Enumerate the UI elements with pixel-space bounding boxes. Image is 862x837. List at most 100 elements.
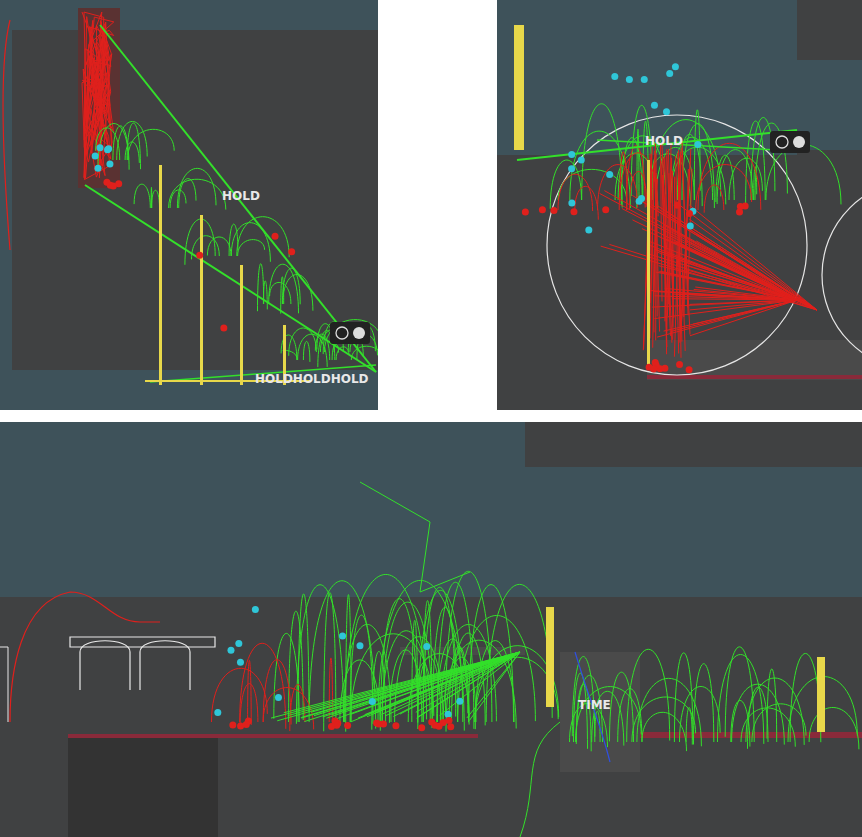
terrain [68,738,218,837]
node-dot [606,171,613,178]
trajectory [680,686,721,742]
trajectory [752,704,806,742]
node-dot [106,160,113,167]
node-dot [550,207,557,214]
trajectory [80,641,130,690]
trajectory [718,654,764,743]
trajectory [151,187,153,208]
top-row: HOLDHOLDHOLDHOLDHOLD [0,0,862,410]
trajectory [169,179,226,209]
trajectory [698,143,761,210]
node-dot [97,144,104,151]
trajectory [296,585,343,724]
terrain [12,30,378,370]
trajectory [304,652,520,722]
node-dot [568,200,575,207]
trajectory [618,689,642,742]
node-dot [641,76,648,83]
trajectory [686,707,692,744]
trajectory [604,191,817,310]
node-dot [445,711,452,718]
trajectory [303,341,310,361]
node-dot [676,361,683,368]
node-dot [651,102,658,109]
node-dot [666,70,673,77]
trajectory [809,707,859,749]
trajectory [70,637,215,647]
terrain [640,732,862,738]
trajectory [301,652,520,718]
trajectory [610,672,634,742]
trajectory [694,664,714,745]
level-panel: TIME [0,422,862,837]
node-dot [650,365,657,372]
node-dot [103,179,110,186]
trajectory [657,300,797,337]
node-dot [539,206,546,213]
node-dot [418,724,425,731]
trajectory [238,240,265,256]
trajectory [655,151,660,332]
terrain [0,467,215,597]
trajectory [575,186,599,219]
marker-bar [817,657,825,732]
trajectory [140,641,190,690]
trajectory [229,224,238,256]
trajectory [417,652,520,718]
trajectory [301,652,520,718]
node-dot [196,252,203,259]
trajectory [134,184,150,208]
trajectory [674,653,693,742]
node-dot [570,208,577,215]
node-dot [272,233,279,240]
trajectory [575,652,610,762]
trajectory [600,194,817,311]
node-dot [456,698,463,705]
trajectory [289,328,317,356]
node-dot [214,709,221,716]
trajectory [627,146,646,210]
trajectory [282,268,300,304]
marker-bar [200,215,203,385]
trajectory [240,684,258,729]
node-dot [737,203,744,210]
trajectory [690,300,797,304]
trajectory [767,669,777,742]
terrain [497,0,862,410]
node-dot [235,640,242,647]
node-dot [578,156,585,163]
marker-bar [159,165,162,385]
node-dot [104,146,111,153]
trajectory [258,264,264,312]
trajectory [128,129,175,160]
node-dot [392,722,399,729]
trajectory [3,20,10,250]
controller-button-icon [330,322,370,344]
node-dot [220,324,227,331]
trajectory [689,205,817,310]
node-dot [611,73,618,80]
node-dot [602,206,609,213]
node-dot [686,210,693,217]
trajectory [10,592,160,722]
node-dot [568,151,575,158]
node-dot [356,642,363,649]
state-label: TIME [578,698,611,712]
trajectory [152,190,160,208]
node-dot [663,108,670,115]
level-panel: HOLD [497,0,862,410]
trajectory [582,104,623,208]
terrain [215,467,862,597]
trajectory [664,300,797,331]
trajectory [177,168,216,208]
node-dot [373,720,380,727]
node-dot [686,366,693,373]
trajectory [725,647,754,742]
marker-bar [546,607,554,707]
terrain [68,734,478,738]
trajectory [704,185,724,213]
trajectory [597,140,777,150]
trajectory [651,205,817,310]
trajectory [325,320,379,352]
trajectory [315,334,329,360]
